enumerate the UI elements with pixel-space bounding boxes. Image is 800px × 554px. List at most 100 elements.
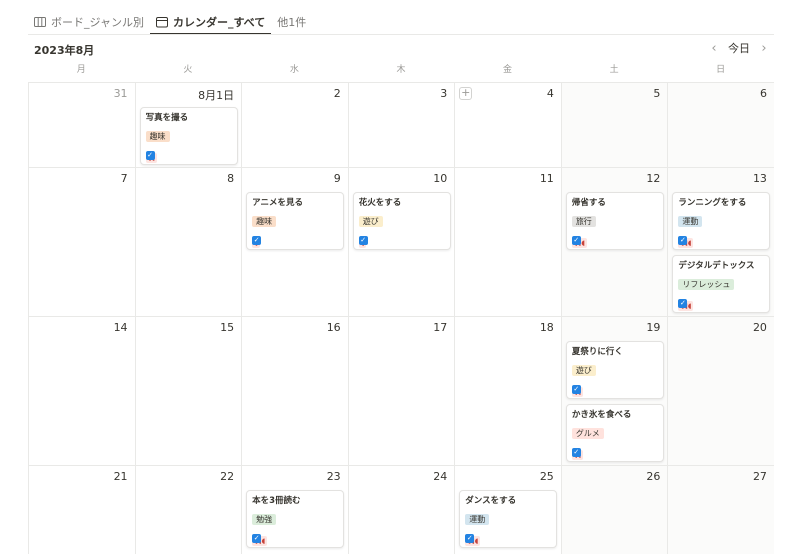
event-card[interactable]: 花火をする遊び ◖✓ <box>352 192 451 250</box>
event-card[interactable]: アニメを見る趣味 ◖✓ <box>246 192 345 250</box>
calendar-day-cell[interactable]: 19夏祭りに行く遊び◖◖✓かき氷を食べるグルメ◖◖✓ <box>560 317 668 465</box>
weekday-label: 金 <box>503 65 513 75</box>
weekday-label: 火 <box>183 65 193 75</box>
calendar-day-cell[interactable]: 11 <box>454 168 561 316</box>
event-card[interactable]: 夏祭りに行く遊び ◖◖✓ <box>565 341 664 399</box>
calendar-day-cell[interactable]: 9 アニメを見る趣味 ◖✓ <box>241 168 348 316</box>
done-checkbox[interactable]: ✓ <box>571 448 581 457</box>
calendar-day-cell[interactable]: 18 <box>454 317 561 465</box>
calendar-day-cell[interactable]: 3 <box>347 83 455 167</box>
calendar-day-cell[interactable]: 10 花火をする遊び ◖✓ <box>347 168 455 316</box>
calendar-day-cell[interactable]: 7 <box>28 168 135 316</box>
day-number: 11 <box>539 172 554 185</box>
day-number: 8 <box>227 172 235 185</box>
calendar-day-cell[interactable]: 5 <box>560 83 668 167</box>
day-number: 19 <box>646 321 661 334</box>
calendar-day-cell[interactable]: 17 <box>347 317 455 465</box>
done-checkbox[interactable]: ✓ <box>678 299 688 308</box>
month-title: 2023年8月 <box>34 44 95 57</box>
done-checkbox[interactable]: ✓ <box>252 534 262 543</box>
day-number: 24 <box>433 470 448 483</box>
done-checkbox[interactable]: ✓ <box>252 236 262 245</box>
calendar-day-cell[interactable]: 21 <box>28 466 135 554</box>
tabs-divider <box>28 34 774 35</box>
calendar-day-cell[interactable]: 4 + <box>454 83 561 167</box>
chevron-right-icon[interactable]: › <box>756 41 772 56</box>
calendar-day-cell[interactable]: 12 帰省する旅行 ◖◖◖✓ <box>560 168 668 316</box>
calendar-nav: ‹ 今日 › <box>706 40 772 56</box>
day-number: 4 <box>546 87 554 100</box>
event-card[interactable]: ランニングをする運動 ◖◖◖✓ <box>672 192 771 250</box>
event-card[interactable]: ダンスをする運動 ◖◖◖✓ <box>459 490 558 548</box>
event-title: 夏祭りに行く <box>571 347 623 357</box>
rating-field: ◖◖ <box>571 442 658 460</box>
calendar-day-cell[interactable]: 20 <box>667 317 774 465</box>
day-number: 7 <box>120 172 128 185</box>
day-number: 26 <box>646 470 661 483</box>
event-card[interactable]: 本を3冊読む勉強 ◖◖◖✓ <box>246 490 345 548</box>
event-title: 本を3冊読む <box>252 496 301 506</box>
day-number: 2 <box>333 87 341 100</box>
rating-field: ◖◖ <box>571 379 658 397</box>
done-checkbox[interactable]: ✓ <box>358 236 368 245</box>
event-card[interactable]: 写真を撮る趣味 ◖◖✓ <box>139 107 238 165</box>
day-number: 10 <box>433 172 448 185</box>
add-event-button[interactable]: + <box>459 87 473 100</box>
tab-calendar-all[interactable]: カレンダー_すべて <box>149 10 272 35</box>
genre-tag: グルメ <box>571 428 604 439</box>
calendar-day-cell[interactable]: 15 <box>134 317 242 465</box>
calendar-day-cell[interactable]: 2 <box>241 83 348 167</box>
event-card[interactable]: かき氷を食べるグルメ ◖◖✓ <box>565 404 664 462</box>
done-checkbox[interactable]: ✓ <box>145 151 155 160</box>
genre-tag: 遊び <box>358 216 383 227</box>
event-title: ランニングをする <box>678 198 747 208</box>
rating-field: ◖◖ <box>145 145 232 163</box>
calendar-day-cell[interactable]: 25 ダンスをする運動 ◖◖◖✓ <box>454 466 561 554</box>
day-number: 8月1日 <box>198 89 235 102</box>
day-number: 20 <box>752 321 767 334</box>
rating-field: ◖◖◖ <box>465 528 551 546</box>
tab-more[interactable]: 他1件 <box>271 10 312 34</box>
weekday-label: 土 <box>609 65 619 75</box>
calendar-grid: 318月1日写真を撮る趣味◖◖✓234+56789アニメを見る趣味◖✓10花火を… <box>28 82 774 554</box>
done-checkbox[interactable]: ✓ <box>571 236 581 245</box>
rating-field: ◖ <box>252 230 338 248</box>
day-number: 16 <box>326 321 341 334</box>
done-checkbox[interactable]: ✓ <box>678 236 688 245</box>
rating-field: ◖◖◖ <box>252 528 338 546</box>
event-card[interactable]: デジタルデトックスリフレッシュ ◖◖◖✓ <box>672 255 771 313</box>
genre-tag: 勉強 <box>252 514 277 525</box>
tab-board-by-genre[interactable]: ボード_ジャンル別 <box>28 10 150 34</box>
board-icon <box>34 16 46 28</box>
calendar-week: 212223本を3冊読む勉強◖◖◖✓2425ダンスをする運動◖◖◖✓2627 <box>28 466 774 554</box>
today-button[interactable]: 今日 <box>722 40 756 56</box>
event-title: デジタルデトックス <box>678 261 755 271</box>
day-number: 31 <box>113 87 128 100</box>
calendar-day-cell[interactable]: 31 <box>28 83 135 167</box>
calendar-day-cell[interactable]: 8 <box>134 168 242 316</box>
day-number: 27 <box>752 470 767 483</box>
calendar-day-cell[interactable]: 24 <box>347 466 455 554</box>
calendar-day-cell[interactable]: 13ランニングをする運動◖◖◖✓デジタルデトックスリフレッシュ◖◖◖✓ <box>667 168 774 316</box>
day-number: 15 <box>220 321 235 334</box>
calendar-day-cell[interactable]: 8月1日写真を撮る趣味 ◖◖✓ <box>134 83 242 167</box>
calendar-day-cell[interactable]: 22 <box>134 466 242 554</box>
calendar-day-cell[interactable]: 6 <box>667 83 774 167</box>
rating-field: ◖◖◖ <box>571 230 658 248</box>
calendar-day-cell[interactable]: 14 <box>28 317 135 465</box>
day-number: 21 <box>113 470 128 483</box>
done-checkbox[interactable]: ✓ <box>571 385 581 394</box>
event-card[interactable]: 帰省する旅行 ◖◖◖✓ <box>565 192 664 250</box>
rating-field: ◖◖◖ <box>678 293 764 311</box>
calendar-day-cell[interactable]: 27 <box>667 466 774 554</box>
weekday-label: 水 <box>289 65 299 75</box>
calendar-day-cell[interactable]: 16 <box>241 317 348 465</box>
genre-tag: 運動 <box>678 216 703 227</box>
weekday-label: 日 <box>716 65 726 75</box>
done-checkbox[interactable]: ✓ <box>465 534 475 543</box>
event-title: アニメを見る <box>252 198 303 208</box>
chevron-left-icon[interactable]: ‹ <box>706 41 722 56</box>
event-title: 写真を撮る <box>145 113 189 123</box>
calendar-day-cell[interactable]: 26 <box>560 466 668 554</box>
calendar-day-cell[interactable]: 23 本を3冊読む勉強 ◖◖◖✓ <box>241 466 348 554</box>
